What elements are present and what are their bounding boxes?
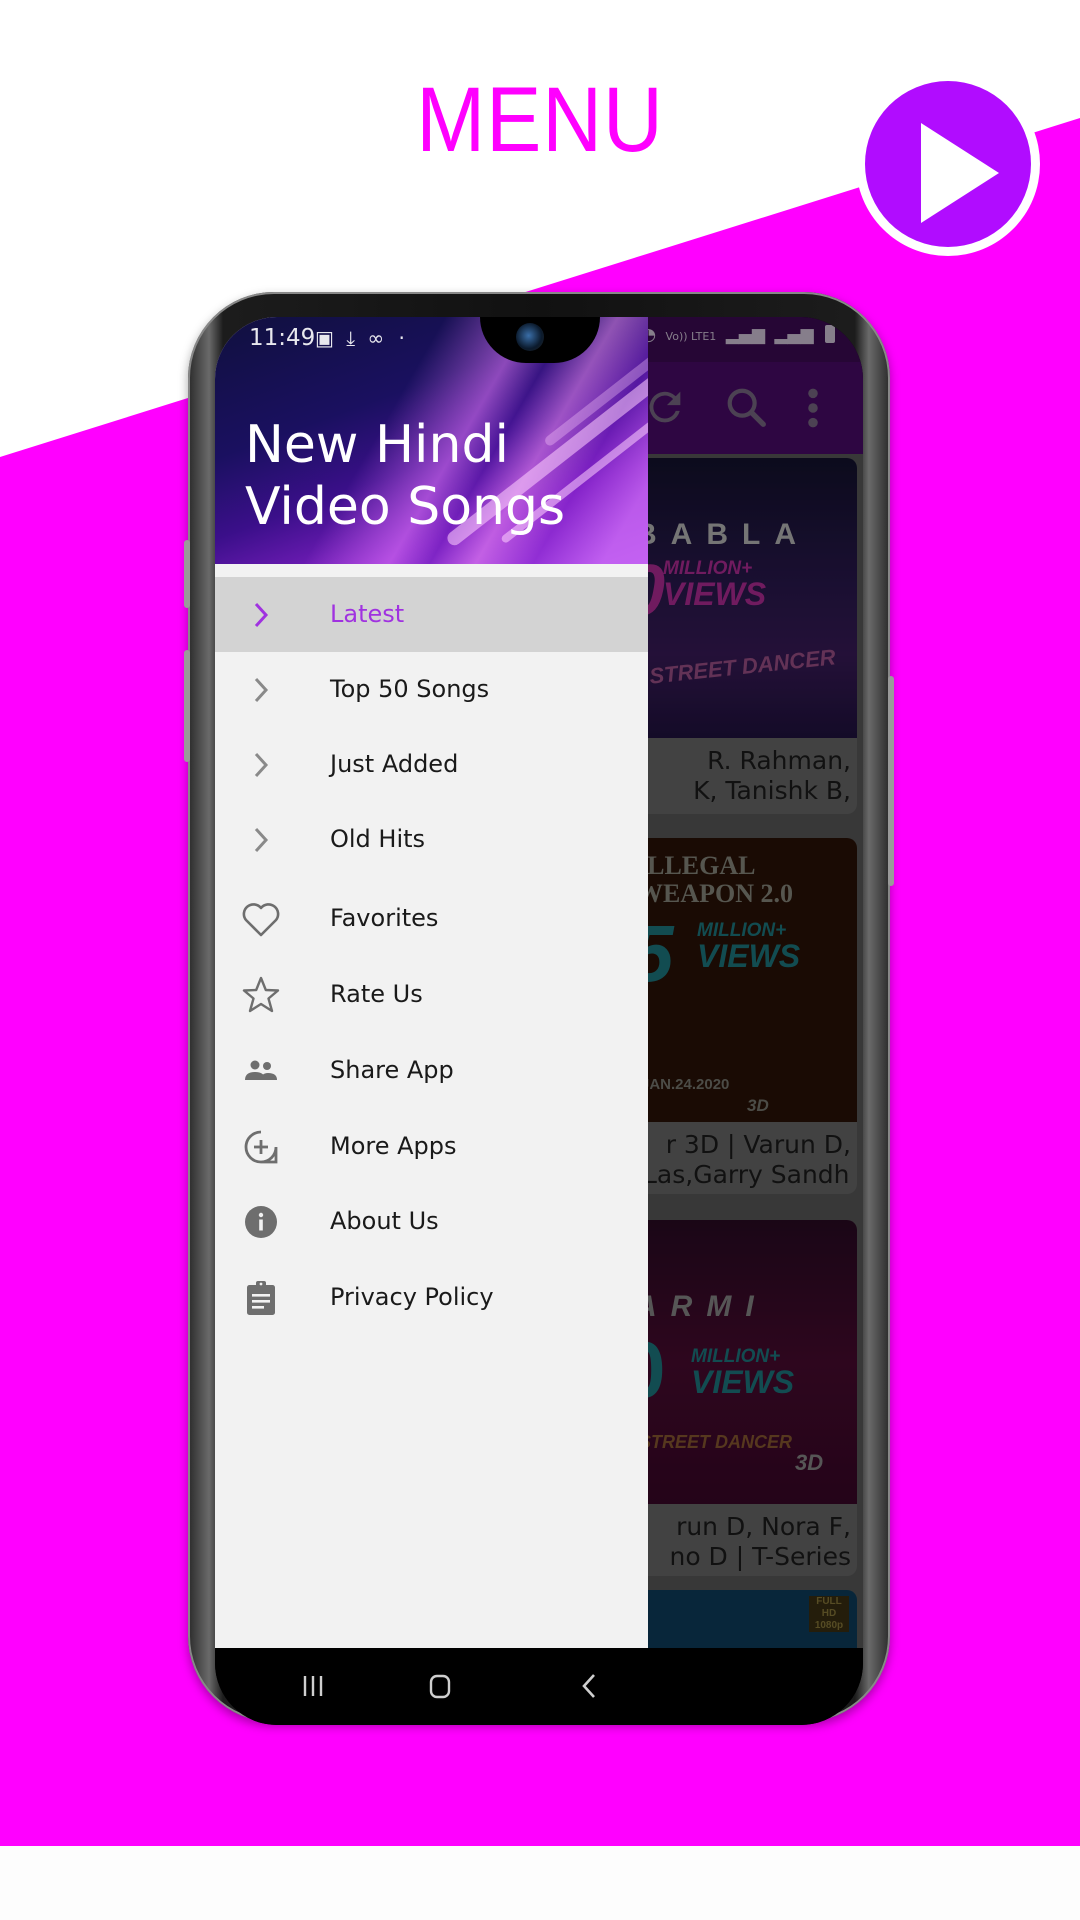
image-icon: ▣ — [315, 326, 334, 350]
menu-item-privacy-policy[interactable]: Privacy Policy — [215, 1260, 648, 1335]
menu-item-about-us[interactable]: About Us — [215, 1184, 648, 1259]
menu-item-just-added[interactable]: Just Added — [215, 727, 648, 802]
infinity-icon: ∞ — [367, 326, 385, 350]
menu-item-share-app[interactable]: Share App — [215, 1033, 648, 1108]
menu-item-latest[interactable]: Latest — [215, 577, 648, 652]
drawer-title: New Hindi Video Songs — [245, 415, 566, 537]
chevron-right-icon — [254, 677, 269, 703]
star-icon — [242, 976, 280, 1013]
power-button — [888, 676, 894, 886]
people-icon — [245, 1060, 277, 1080]
menu-item-rate-us[interactable]: Rate Us — [215, 957, 648, 1032]
menu-item-top-50-songs[interactable]: Top 50 Songs — [215, 652, 648, 727]
menu-item-more-apps[interactable]: More Apps — [215, 1109, 648, 1184]
info-icon — [245, 1206, 277, 1238]
menu-item-favorites[interactable]: Favorites — [215, 881, 648, 956]
recents-icon[interactable] — [293, 1666, 333, 1706]
clipboard-icon — [247, 1281, 275, 1315]
phone-screen: ⏰ ◔ Vo)) LTE1 ▂▄▆ ▂▄▆ BABLA 0 MILLION+ V… — [215, 317, 863, 1725]
menu-item-old-hits[interactable]: Old Hits — [215, 802, 648, 877]
app-logo — [856, 72, 1040, 256]
home-icon[interactable] — [420, 1666, 460, 1706]
drawer-divider — [215, 564, 648, 576]
status-time: 11:49 — [249, 325, 316, 351]
background-bottom-strip — [0, 1846, 1080, 1920]
dot-icon: · — [398, 326, 405, 350]
add-circle-icon — [244, 1130, 278, 1164]
drawer-header: 11:49 ▣ ⤓ ∞ · New Hindi Video Songs — [215, 317, 648, 564]
heart-icon — [242, 903, 280, 937]
chevron-right-icon — [254, 602, 269, 628]
play-icon — [865, 81, 1031, 247]
download-icon: ⤓ — [346, 326, 356, 350]
front-camera — [516, 323, 544, 351]
chevron-right-icon — [254, 827, 269, 853]
volume-up-button — [184, 540, 190, 608]
back-icon[interactable] — [569, 1666, 609, 1706]
system-nav-bar — [215, 1648, 863, 1725]
status-icons-left: ▣ ⤓ ∞ · — [315, 326, 405, 350]
volume-down-button — [184, 650, 190, 762]
chevron-right-icon — [254, 752, 269, 778]
navigation-drawer: 11:49 ▣ ⤓ ∞ · New Hindi Video Songs Late… — [215, 317, 648, 1648]
